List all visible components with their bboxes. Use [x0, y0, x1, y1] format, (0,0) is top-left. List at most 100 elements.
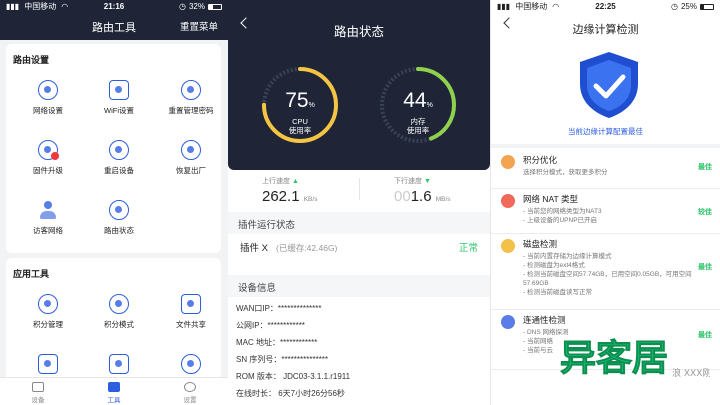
check-title: 网络 NAT 类型	[523, 194, 578, 204]
check-detail-line: - 检测当前磁盘空间57.74GB，已用空间0.05GB，可用空间57.69GB	[523, 271, 692, 287]
tool-tile-wifi[interactable]: WiFi设置	[84, 80, 154, 116]
check-details: - 当前您的网络类型为NAT3 - 上级设备的UPNP已开启	[523, 207, 695, 225]
status-bar: ▮▮▮ 中国移动 ◠ 22:25 ◷ 25%	[491, 0, 720, 13]
check-status: 较佳	[698, 209, 712, 216]
globe-icon	[38, 80, 58, 100]
svg-text:异客居: 异客居	[560, 338, 668, 379]
check-title: 积分优化	[523, 155, 558, 165]
public-ip: 公网IP：************	[236, 321, 305, 330]
wifi-icon	[109, 80, 129, 100]
status-bar: ▮▮▮ 中国移动 ◠ 21:16 ◷ 32%	[0, 0, 228, 13]
memory-label: 内存	[410, 117, 426, 126]
uptime: 在线时长： 6天7小时26分56秒	[236, 389, 345, 398]
cpu-label: CPU	[292, 117, 308, 126]
app-tools-card: 应用工具 积分管理 积分模式 文件共享	[6, 258, 221, 378]
tool-label: 重置管理密码	[168, 106, 214, 115]
cpu-gauge: 75% CPU 使用率	[260, 65, 340, 145]
upload-value: 262.1	[262, 188, 300, 205]
tool-label: 路由状态	[104, 226, 134, 235]
tool-tile-router-status[interactable]: 路由状态	[84, 200, 154, 236]
tool-tile-partial[interactable]	[84, 354, 154, 379]
battery-label: 25%	[680, 2, 697, 11]
memory-value: 44	[403, 89, 427, 112]
check-row[interactable]: 网络 NAT 类型 - 当前您的网络类型为NAT3 - 上级设备的UPNP已开启 较佳	[491, 189, 720, 234]
tab-label: 设备	[31, 397, 45, 404]
header-bar: ▮▮▮ 中国移动 ◠ 21:16 ◷ 32% 路由工具 重置菜单	[0, 0, 228, 40]
battery-label: 32%	[188, 2, 205, 11]
tool-tile-partial[interactable]	[13, 354, 83, 379]
check-details: 选择积分模式，获取更多积分	[523, 168, 695, 177]
app-tools-heading: 应用工具	[13, 269, 50, 279]
divider	[359, 178, 360, 200]
page-title: 路由状态	[333, 25, 384, 39]
tab-devices[interactable]: 设备	[0, 378, 76, 405]
tool-tile-lock[interactable]: 重置管理密码	[156, 80, 226, 116]
tool-label: WiFi设置	[104, 106, 134, 115]
check-detail-line: - 检测磁盘为ext4格式	[523, 262, 585, 269]
serial-number: SN 序列号：***************	[236, 355, 329, 364]
tool-label: 网络设置	[33, 106, 63, 115]
edge-header: ▮▮▮ 中国移动 ◠ 22:25 ◷ 25% 边缘计算检测 当前边缘计算配置最佳	[491, 0, 720, 144]
tool-tile-factory-reset[interactable]: 恢复出厂	[156, 140, 226, 176]
tool-tile-partial[interactable]	[156, 354, 226, 379]
toolbox-icon	[108, 382, 120, 392]
factory-reset-icon	[181, 140, 201, 160]
tool-tile-guest[interactable]: 访客网络	[13, 200, 83, 236]
device-info-list: WAN口IP：************** 公网IP：************ …	[236, 300, 482, 402]
tool-label: 重启设备	[104, 166, 134, 175]
mac-address: MAC 地址：************	[236, 338, 318, 347]
plugin-cache: (已缓存:42.46G)	[275, 243, 338, 253]
check-status: 最佳	[698, 264, 712, 271]
tool-tile-points[interactable]: 积分管理	[13, 294, 83, 330]
tab-settings[interactable]: 设置	[152, 378, 228, 405]
upload-unit: KB/s	[303, 196, 318, 203]
tool-tile-points-mode[interactable]: 积分模式	[84, 294, 154, 330]
check-title: 磁盘检测	[523, 239, 558, 249]
tool-label: 文件共享	[176, 320, 206, 329]
edge-caption: 当前边缘计算配置最佳	[568, 127, 643, 136]
memory-usage-label: 使用率	[406, 126, 430, 135]
tool-tile-upgrade[interactable]: 固件升级	[13, 140, 83, 176]
download-value: 1.6	[410, 188, 432, 205]
arrow-up-icon: ▲	[291, 178, 299, 185]
memory-unit: %	[426, 102, 433, 109]
wan-ip: WAN口IP：**************	[236, 304, 322, 313]
router-tools-screen: ▮▮▮ 中国移动 ◠ 21:16 ◷ 32% 路由工具 重置菜单 路由设置 网络设置 W…	[0, 0, 228, 405]
check-category-icon	[501, 315, 515, 329]
check-title: 连通性检测	[523, 315, 566, 325]
check-detail-line: - 当前内置存储为边缘计算模式	[523, 253, 612, 260]
shield-check-icon	[580, 52, 638, 118]
device-icon	[32, 382, 44, 392]
folder-icon	[181, 294, 201, 314]
check-category-icon	[501, 155, 515, 169]
tab-label: 工具	[107, 397, 121, 404]
memory-gauge: 44% 内存 使用率	[378, 65, 458, 145]
plugin-row[interactable]: 插件 X (已缓存:42.46G) 正常	[240, 240, 478, 254]
check-row[interactable]: 磁盘检测 - 当前内置存储为边缘计算模式 - 检测磁盘为ext4格式 - 检测当前磁盘…	[491, 234, 720, 310]
tool-icon	[38, 354, 58, 374]
tool-tile-folder[interactable]: 文件共享	[156, 294, 226, 330]
download-prefix: 00	[394, 188, 411, 205]
tab-tools[interactable]: 工具	[76, 378, 152, 405]
alarm-icon: ◷	[671, 2, 678, 11]
router-settings-heading: 路由设置	[13, 55, 50, 65]
check-status: 最佳	[698, 164, 712, 171]
reset-menu-button[interactable]: 重置菜单	[180, 19, 218, 33]
tool-label: 访客网络	[33, 226, 63, 235]
check-category-icon	[501, 194, 515, 208]
router-status-icon	[109, 200, 129, 220]
alarm-icon: ◷	[179, 2, 186, 11]
page-title: 边缘计算检测	[572, 24, 639, 36]
check-detail-line: - 当前您的网络类型为NAT3	[523, 208, 602, 215]
cpu-usage-label: 使用率	[288, 126, 312, 135]
download-unit: MB/s	[435, 196, 451, 203]
cpu-value: 75	[285, 89, 309, 112]
restart-icon	[109, 140, 129, 160]
cpu-unit: %	[308, 102, 315, 109]
upload-speed: 上行速度 ▲ 262.1 KB/s	[262, 176, 317, 205]
tool-tile-restart[interactable]: 重启设备	[84, 140, 154, 176]
svg-text:浪 XXX刚: 浪 XXX刚	[672, 367, 710, 379]
tool-tile-globe[interactable]: 网络设置	[13, 80, 83, 116]
tab-label: 设置	[183, 397, 197, 404]
check-row[interactable]: 积分优化选择积分模式，获取更多积分 最佳	[491, 150, 720, 189]
